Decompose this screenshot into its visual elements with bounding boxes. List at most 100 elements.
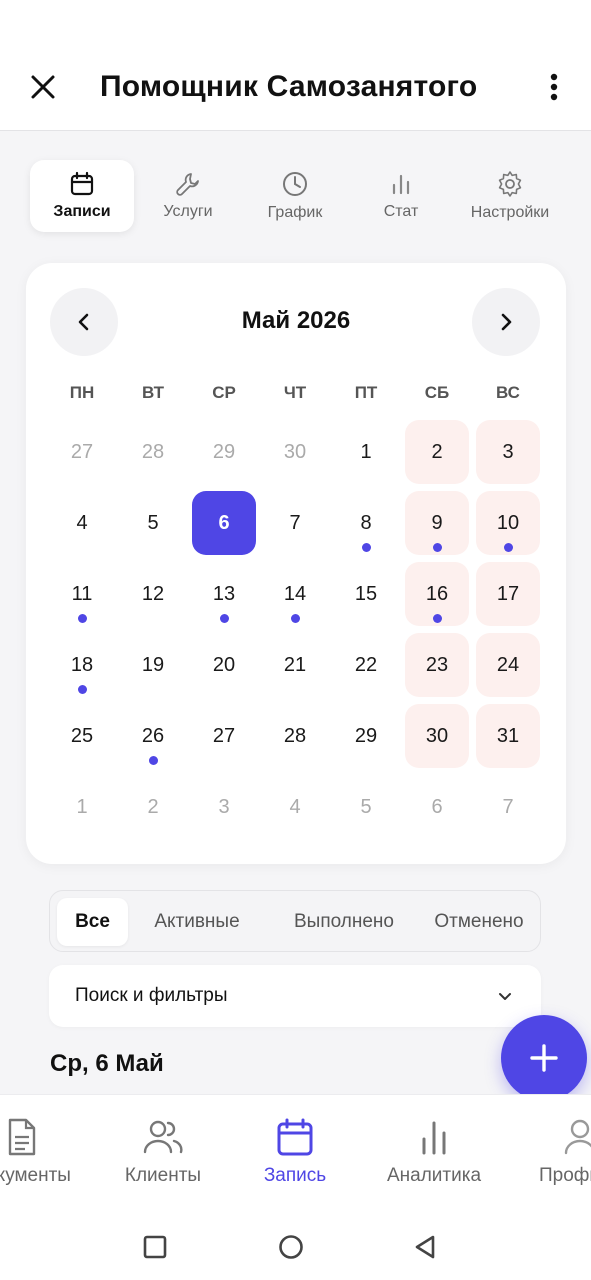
calendar-day-selected[interactable]: 6: [192, 491, 256, 555]
tab-label: График: [267, 204, 323, 221]
calendar-day[interactable]: 15: [334, 562, 398, 626]
calendar-day[interactable]: 6: [405, 775, 469, 839]
calendar-day[interactable]: 7: [476, 775, 540, 839]
calendar-day[interactable]: 5: [334, 775, 398, 839]
calendar-day[interactable]: 20: [192, 633, 256, 697]
calendar-day[interactable]: 24: [476, 633, 540, 697]
calendar-day[interactable]: 30: [405, 704, 469, 768]
bottom-navigation: Документы Клиенты Запись Аналитика Профи…: [0, 1094, 591, 1212]
day-number: 6: [218, 511, 230, 534]
day-number: 17: [496, 582, 520, 605]
system-navigation-bar: [0, 1212, 591, 1280]
tab-stat[interactable]: Стат: [366, 160, 436, 232]
calendar-day[interactable]: 29: [334, 704, 398, 768]
close-button[interactable]: [22, 66, 64, 108]
day-header: Ср, 6 Май: [50, 1050, 164, 1077]
more-menu-button[interactable]: [534, 66, 574, 108]
calendar-day[interactable]: 21: [263, 633, 327, 697]
calendar-day[interactable]: 2: [121, 775, 185, 839]
more-vert-icon: [550, 73, 558, 101]
filter-cancelled[interactable]: Отменено: [424, 898, 534, 946]
calendar-day[interactable]: 12: [121, 562, 185, 626]
calendar-day[interactable]: 3: [192, 775, 256, 839]
calendar-day[interactable]: 23: [405, 633, 469, 697]
tab-nastroyki[interactable]: Настройки: [460, 160, 560, 232]
calendar-day[interactable]: 2: [405, 420, 469, 484]
day-number: 25: [70, 724, 94, 747]
search-filters-toggle[interactable]: Поиск и фильтры: [49, 965, 541, 1027]
next-month-button[interactable]: [472, 288, 540, 356]
weekday-label: ПТ: [354, 383, 378, 402]
calendar-day[interactable]: 10: [476, 491, 540, 555]
nav-label: Документы: [0, 1165, 71, 1186]
day-number: 5: [147, 511, 159, 534]
day-number: 9: [431, 511, 443, 534]
calendar-day[interactable]: 4: [263, 775, 327, 839]
tab-grafik[interactable]: График: [252, 160, 338, 232]
calendar-day[interactable]: 27: [192, 704, 256, 768]
calendar-day[interactable]: 30: [263, 420, 327, 484]
status-bar: [0, 0, 591, 44]
calendar-day[interactable]: 28: [263, 704, 327, 768]
day-number: 22: [354, 653, 378, 676]
day-number: 4: [76, 511, 88, 534]
calendar-day[interactable]: 27: [50, 420, 114, 484]
calendar-day[interactable]: 7: [263, 491, 327, 555]
day-number: 30: [283, 440, 307, 463]
add-appointment-button[interactable]: [501, 1015, 587, 1101]
day-number: 5: [360, 795, 372, 818]
back-button[interactable]: [410, 1232, 440, 1262]
nav-analytics[interactable]: Аналитика: [364, 1117, 504, 1187]
calendar-day[interactable]: 19: [121, 633, 185, 697]
day-number: 26: [141, 724, 165, 747]
tab-zapisi[interactable]: Записи: [30, 160, 134, 232]
calendar-day[interactable]: 13: [192, 562, 256, 626]
calendar-day[interactable]: 22: [334, 633, 398, 697]
calendar-day[interactable]: 1: [334, 420, 398, 484]
tab-label: Стат: [383, 203, 419, 220]
filter-active[interactable]: Активные: [138, 898, 256, 946]
calendar-day[interactable]: 8: [334, 491, 398, 555]
recents-button[interactable]: [140, 1232, 170, 1262]
day-number: 12: [141, 582, 165, 605]
calendar-day[interactable]: 5: [121, 491, 185, 555]
calendar-day[interactable]: 14: [263, 562, 327, 626]
day-number: 27: [70, 440, 94, 463]
appointment-indicator-dot: [78, 685, 87, 694]
calendar-day[interactable]: 9: [405, 491, 469, 555]
circle-icon: [279, 1235, 303, 1259]
filter-done[interactable]: Выполнено: [274, 898, 414, 946]
calendar-day[interactable]: 28: [121, 420, 185, 484]
day-number: 21: [283, 653, 307, 676]
calendar-day[interactable]: 26: [121, 704, 185, 768]
day-number: 3: [218, 795, 230, 818]
nav-documents[interactable]: Документы: [0, 1117, 92, 1187]
calendar-day[interactable]: 31: [476, 704, 540, 768]
nav-clients[interactable]: Клиенты: [93, 1117, 233, 1187]
calendar-day[interactable]: 29: [192, 420, 256, 484]
appointment-indicator-dot: [220, 614, 229, 623]
calendar-day[interactable]: 16: [405, 562, 469, 626]
calendar-day[interactable]: 4: [50, 491, 114, 555]
home-button[interactable]: [276, 1232, 306, 1262]
appointment-indicator-dot: [362, 543, 371, 552]
calendar-day[interactable]: 18: [50, 633, 114, 697]
calendar-day[interactable]: 1: [50, 775, 114, 839]
calendar-day[interactable]: 11: [50, 562, 114, 626]
filter-all[interactable]: Все: [57, 898, 128, 946]
day-number: 28: [141, 440, 165, 463]
weekday-label: СР: [212, 383, 236, 402]
weekday-label: ПН: [69, 383, 95, 402]
day-number: 15: [354, 582, 378, 605]
calendar-day[interactable]: 3: [476, 420, 540, 484]
wrench-icon: [176, 173, 199, 196]
tab-uslugi[interactable]: Услуги: [146, 160, 230, 232]
day-number: 1: [360, 440, 372, 463]
calendar-day[interactable]: 17: [476, 562, 540, 626]
nav-profile[interactable]: Профиль: [510, 1117, 591, 1187]
calendar-day[interactable]: 25: [50, 704, 114, 768]
day-number: 24: [496, 653, 520, 676]
appointment-indicator-dot: [433, 543, 442, 552]
nav-booking[interactable]: Запись: [225, 1117, 365, 1187]
profile-icon: [564, 1119, 591, 1155]
